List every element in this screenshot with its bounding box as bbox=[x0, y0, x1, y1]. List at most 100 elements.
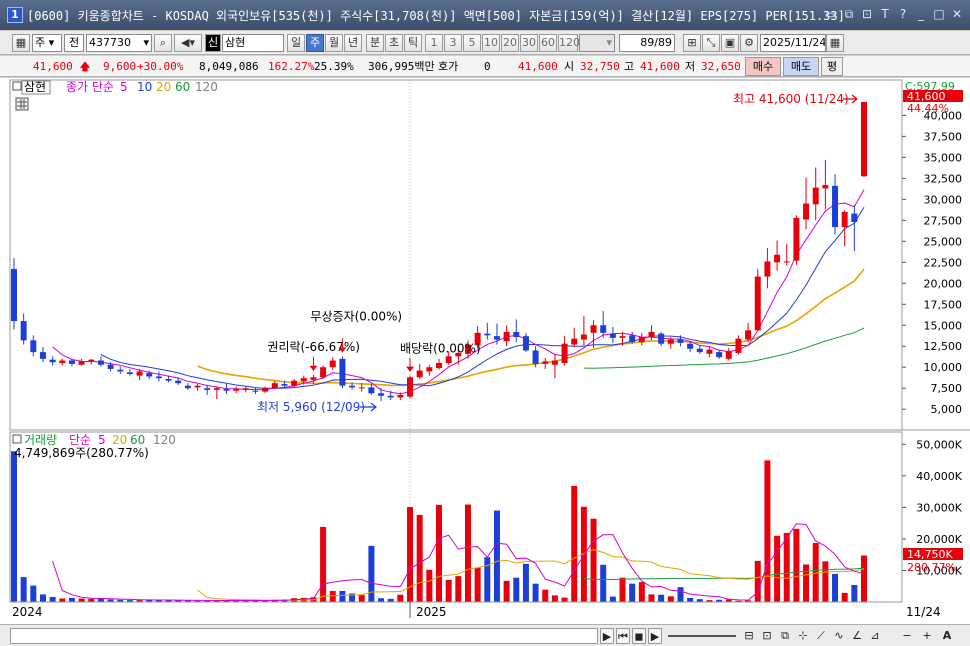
bar-count-field[interactable]: 89/89 bbox=[619, 34, 675, 52]
zoom-reset-icon[interactable]: ⊡ bbox=[760, 628, 774, 644]
table-icon[interactable] bbox=[15, 97, 29, 111]
candle-body bbox=[300, 378, 307, 382]
tick-3[interactable]: 3 bbox=[444, 34, 462, 52]
calendar-icon[interactable]: ▦ bbox=[826, 34, 844, 52]
high-annotation: 최고 41,600 (11/24) bbox=[733, 92, 849, 106]
date-input[interactable]: 2025/11/24 bbox=[760, 34, 826, 52]
candle-body bbox=[59, 360, 66, 364]
price-axis-label: 12,500 bbox=[924, 340, 963, 353]
volume-bar bbox=[571, 485, 578, 602]
custom-interval-select[interactable]: ▾ bbox=[579, 34, 615, 52]
speaker-icon[interactable]: ◀▾ bbox=[174, 34, 202, 52]
settings-window-icon[interactable]: ⊡ bbox=[860, 7, 874, 21]
candle-body bbox=[812, 187, 819, 205]
close-icon[interactable]: ✕ bbox=[950, 7, 964, 21]
link-icon[interactable]: ▭ bbox=[824, 7, 838, 21]
zoom-out-icon[interactable]: ⊟ bbox=[742, 628, 756, 644]
buy-button[interactable]: 매수 bbox=[745, 57, 781, 76]
help-icon[interactable]: ? bbox=[896, 7, 910, 21]
search-icon[interactable]: ⌕ bbox=[154, 34, 172, 52]
candle-body bbox=[291, 380, 298, 386]
copy-window-icon[interactable]: ⧉ bbox=[842, 7, 856, 21]
volume-bar bbox=[436, 504, 442, 602]
tick-20[interactable]: 20 bbox=[501, 34, 519, 52]
font-smaller-button[interactable]: − bbox=[900, 628, 914, 644]
layout-icon[interactable]: ▦ bbox=[12, 34, 30, 52]
maximize-icon[interactable]: □ bbox=[932, 7, 946, 21]
candle-body bbox=[484, 333, 491, 336]
volume-bar bbox=[513, 577, 520, 602]
x-label-2025: 2025 bbox=[416, 605, 447, 619]
evaluation-button[interactable]: 평 bbox=[821, 57, 843, 76]
candle-body bbox=[387, 395, 394, 398]
candle-body bbox=[68, 360, 75, 364]
volume-bar bbox=[542, 589, 549, 602]
tick-60[interactable]: 60 bbox=[539, 34, 557, 52]
stop-button[interactable]: ◼ bbox=[632, 628, 646, 644]
grid-icon[interactable]: ⊞ bbox=[683, 34, 701, 52]
angle-icon[interactable]: ∠ bbox=[850, 628, 864, 644]
volume-tag: 14,750K bbox=[907, 548, 953, 561]
draw-tool-icon[interactable]: ⊹ bbox=[796, 628, 810, 644]
fibonacci-icon[interactable]: ⊿ bbox=[868, 628, 882, 644]
candle-body bbox=[580, 334, 587, 340]
tick-30[interactable]: 30 bbox=[520, 34, 538, 52]
interval-minute[interactable]: 분 bbox=[366, 34, 384, 52]
minimize-icon[interactable]: _ bbox=[914, 7, 928, 21]
market-select[interactable]: 전 bbox=[64, 34, 84, 52]
candle-body bbox=[310, 377, 317, 380]
trend-icon[interactable]: ⟋ bbox=[814, 628, 828, 644]
candle-body bbox=[832, 185, 839, 228]
app-icon: 1 bbox=[7, 7, 23, 23]
scroll-start-button[interactable]: ⏮ bbox=[616, 628, 630, 644]
font-larger-button[interactable]: + bbox=[920, 628, 934, 644]
stock-name-field[interactable]: 삼현 bbox=[222, 34, 284, 52]
interval-week[interactable]: 주 bbox=[306, 34, 324, 52]
gear-icon[interactable]: ⚙ bbox=[740, 34, 758, 52]
volume-panel-toggle-icon[interactable] bbox=[12, 434, 22, 444]
candle-body bbox=[165, 378, 172, 381]
panel-toggle-icon[interactable] bbox=[12, 81, 22, 91]
tick-5[interactable]: 5 bbox=[463, 34, 481, 52]
interval-day[interactable]: 일 bbox=[287, 34, 305, 52]
x-label-2024: 2024 bbox=[12, 605, 43, 619]
chart-svg[interactable]: 5,000 7,500 10,000 12,500 15,000 17,500 20,000… bbox=[0, 78, 970, 624]
compare-icon[interactable]: ⤡ bbox=[702, 34, 720, 52]
overlay-icon[interactable]: ⧉ bbox=[778, 628, 792, 644]
interval-month[interactable]: 월 bbox=[325, 34, 343, 52]
volume-bar bbox=[20, 577, 27, 602]
play-button[interactable]: ▶ bbox=[648, 628, 662, 644]
ma120-label: 120 bbox=[195, 80, 218, 94]
volume-bar bbox=[493, 510, 500, 602]
wave-icon[interactable]: ∿ bbox=[832, 628, 846, 644]
save-icon[interactable]: ▣ bbox=[721, 34, 739, 52]
stock-code-input[interactable]: 437730 ▾ bbox=[86, 34, 152, 52]
auto-scale-button[interactable]: A bbox=[940, 628, 954, 644]
interval-second[interactable]: 초 bbox=[385, 34, 403, 52]
interval-tick[interactable]: 틱 bbox=[404, 34, 422, 52]
candle-body bbox=[407, 377, 414, 397]
current-price-value: 41,600 bbox=[33, 60, 73, 73]
volume-ma-title: 단순 bbox=[69, 433, 91, 447]
volume-bar bbox=[600, 564, 607, 602]
chart-area[interactable]: 5,000 7,500 10,000 12,500 15,000 17,500 20,000… bbox=[0, 78, 970, 624]
candle-body bbox=[513, 331, 520, 338]
tick-10[interactable]: 10 bbox=[482, 34, 500, 52]
interval-year[interactable]: 년 bbox=[344, 34, 362, 52]
candle-body bbox=[493, 336, 500, 340]
candle-body bbox=[349, 385, 356, 388]
high-price: 41,600 bbox=[640, 60, 680, 73]
horizontal-scrollbar[interactable] bbox=[10, 628, 598, 644]
price-axis-label: 32,500 bbox=[924, 172, 963, 185]
candle-body bbox=[378, 393, 385, 396]
period-type-select[interactable]: 주 ▾ bbox=[32, 34, 62, 52]
zoom-slider[interactable] bbox=[668, 635, 736, 637]
scroll-right-button[interactable]: ▶ bbox=[600, 628, 614, 644]
font-icon[interactable]: T bbox=[878, 7, 892, 21]
tick-1[interactable]: 1 bbox=[425, 34, 443, 52]
volume-axis-label: 30,000K bbox=[916, 501, 962, 514]
volume-bar bbox=[445, 579, 452, 602]
tick-120[interactable]: 120 bbox=[558, 34, 580, 52]
sell-button[interactable]: 매도 bbox=[783, 57, 819, 76]
price-axis-label: 30,000 bbox=[924, 193, 963, 206]
